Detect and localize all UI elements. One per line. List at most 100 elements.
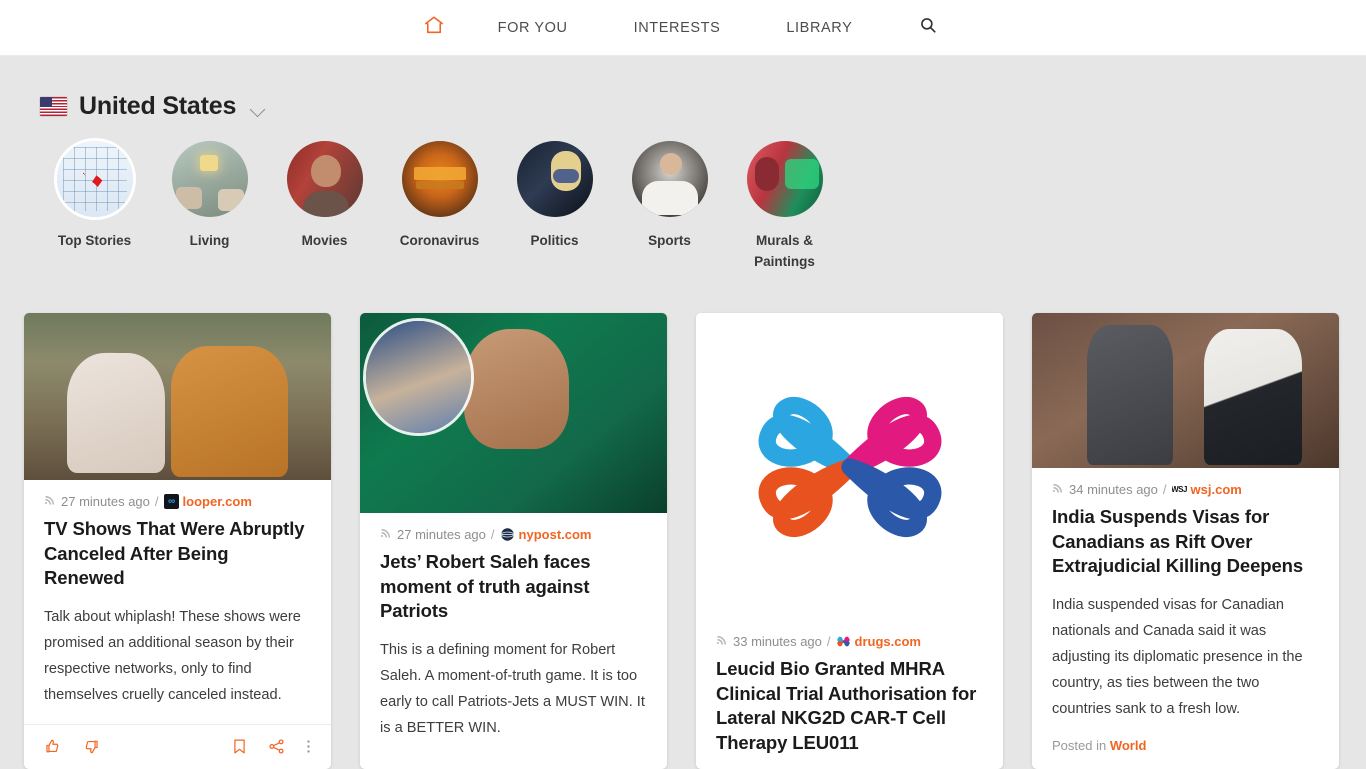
article-card[interactable]: 34 minutes ago / WSJ wsj.com India Suspe… [1032, 313, 1339, 769]
rss-icon [380, 527, 392, 542]
article-source[interactable]: drugs.com [855, 634, 921, 649]
trudeau-modi-handshake-photo [1032, 313, 1339, 468]
article-body: 34 minutes ago / WSJ wsj.com India Suspe… [1032, 468, 1339, 753]
wsj-favicon: WSJ [1171, 482, 1187, 497]
home-icon [423, 14, 445, 41]
nav-item-library[interactable]: LIBRARY [753, 20, 885, 36]
article-summary: This is a defining moment for Robert Sal… [380, 641, 645, 737]
drugs-com-logo [696, 313, 1003, 620]
posted-in-label: Posted in [1052, 738, 1107, 754]
article-timestamp: 27 minutes ago [397, 527, 486, 542]
share-icon[interactable] [268, 738, 285, 755]
meta-separator: / [490, 527, 495, 542]
article-meta: 27 minutes ago / nypost.com [380, 527, 647, 542]
movies-photo [286, 141, 363, 217]
category-thumbnail [286, 141, 363, 217]
search-button[interactable] [885, 16, 963, 39]
looper-favicon: ∞ [163, 494, 179, 509]
category-item-coronavirus[interactable]: Coronavirus [382, 141, 497, 273]
article-card-grid: 27 minutes ago / ∞ looper.com TV Shows T… [24, 313, 1342, 769]
nav-item-interests[interactable]: INTERESTS [601, 20, 754, 36]
utility-group [232, 738, 311, 755]
article-timestamp: 27 minutes ago [61, 494, 150, 509]
article-headline[interactable]: India Suspends Visas for Canadians as Ri… [1052, 505, 1319, 579]
category-thumbnail [401, 141, 478, 217]
murals-photo [746, 141, 823, 217]
article-timestamp: 34 minutes ago [1069, 482, 1158, 497]
article-card[interactable]: 27 minutes ago / nypost.com Jets’ Robert… [360, 313, 667, 769]
article-source[interactable]: looper.com [183, 494, 252, 509]
thumbs-up-icon[interactable] [44, 738, 61, 755]
article-headline[interactable]: Jets’ Robert Saleh faces moment of truth… [380, 550, 647, 624]
category-item-movies[interactable]: Movies [267, 141, 382, 273]
sports-photo [631, 141, 708, 217]
article-summary: Talk about whiplash! These shows were pr… [44, 608, 301, 704]
category-thumbnail [631, 141, 708, 217]
article-headline[interactable]: Leucid Bio Granted MHRA Clinical Trial A… [716, 657, 983, 755]
category-label: Top Stories [57, 233, 132, 248]
category-thumbnail [746, 141, 823, 217]
posted-in-topic[interactable]: World [1110, 738, 1147, 753]
category-thumbnail [56, 141, 133, 217]
article-source[interactable]: nypost.com [519, 527, 592, 542]
home-button[interactable] [403, 14, 465, 41]
category-label: Murals & Paintings [754, 233, 815, 269]
drugs-favicon [835, 634, 851, 649]
category-item-murals-paintings[interactable]: Murals & Paintings [727, 141, 842, 273]
category-label: Politics [530, 233, 579, 248]
category-thumbnail [516, 141, 593, 217]
chevron-down-icon [249, 101, 266, 118]
meta-separator: / [826, 634, 831, 649]
category-thumbnail [171, 141, 248, 217]
reaction-group [44, 738, 100, 755]
article-image[interactable] [696, 313, 1003, 620]
top-navigation-bar: FOR YOU INTERESTS LIBRARY [0, 0, 1366, 56]
posted-in-row: Posted in World [1052, 738, 1319, 753]
article-body: 33 minutes ago / drugs.com Leucid Bio Gr… [696, 620, 1003, 755]
article-image[interactable] [1032, 313, 1339, 468]
article-body: 27 minutes ago / ∞ looper.com TV Shows T… [24, 480, 331, 708]
category-item-politics[interactable]: Politics [497, 141, 612, 273]
region-selector[interactable]: United States [0, 56, 266, 120]
category-item-living[interactable]: Living [152, 141, 267, 273]
bookmark-icon[interactable] [232, 738, 247, 755]
article-source[interactable]: wsj.com [1191, 482, 1242, 497]
category-item-top-stories[interactable]: Top Stories [37, 141, 152, 273]
search-icon [919, 16, 937, 39]
article-meta: 27 minutes ago / ∞ looper.com [44, 494, 311, 509]
article-card[interactable]: 27 minutes ago / ∞ looper.com TV Shows T… [24, 313, 331, 769]
category-label: Sports [648, 233, 691, 248]
article-meta: 33 minutes ago / drugs.com [716, 634, 983, 649]
article-headline[interactable]: TV Shows That Were Abruptly Canceled Aft… [44, 517, 311, 591]
nypost-favicon [499, 527, 515, 542]
article-summary: India suspended visas for Canadian natio… [1052, 596, 1303, 718]
coronavirus-photo [401, 141, 478, 217]
nav-items: FOR YOU INTERESTS LIBRARY [403, 14, 964, 41]
article-image[interactable] [360, 313, 667, 513]
rss-icon [44, 494, 56, 509]
category-label: Living [189, 233, 230, 248]
category-label: Coronavirus [399, 233, 480, 248]
rss-icon [716, 634, 728, 649]
article-card[interactable]: 33 minutes ago / drugs.com Leucid Bio Gr… [696, 313, 1003, 769]
category-strip: Top Stories Living Movies Coronavirus Po… [0, 119, 1366, 273]
more-vertical-icon[interactable] [306, 738, 311, 755]
category-item-sports[interactable]: Sports [612, 141, 727, 273]
meta-separator: / [1162, 482, 1167, 497]
us-flag-icon [40, 97, 67, 116]
thumbs-down-icon[interactable] [83, 738, 100, 755]
article-body: 27 minutes ago / nypost.com Jets’ Robert… [360, 513, 667, 741]
article-meta: 34 minutes ago / WSJ wsj.com [1052, 482, 1319, 497]
jets-press-conference-photo [360, 313, 667, 513]
region-name: United States [79, 92, 237, 120]
article-timestamp: 33 minutes ago [733, 634, 822, 649]
article-action-bar [24, 724, 331, 769]
rss-icon [1052, 482, 1064, 497]
category-label: Movies [301, 233, 348, 248]
article-image[interactable] [24, 313, 331, 480]
roseanne-sitcom-photo [24, 313, 331, 480]
living-room-photo [171, 141, 248, 217]
nav-item-for-you[interactable]: FOR YOU [465, 20, 601, 36]
politics-photo [516, 141, 593, 217]
meta-separator: / [154, 494, 159, 509]
